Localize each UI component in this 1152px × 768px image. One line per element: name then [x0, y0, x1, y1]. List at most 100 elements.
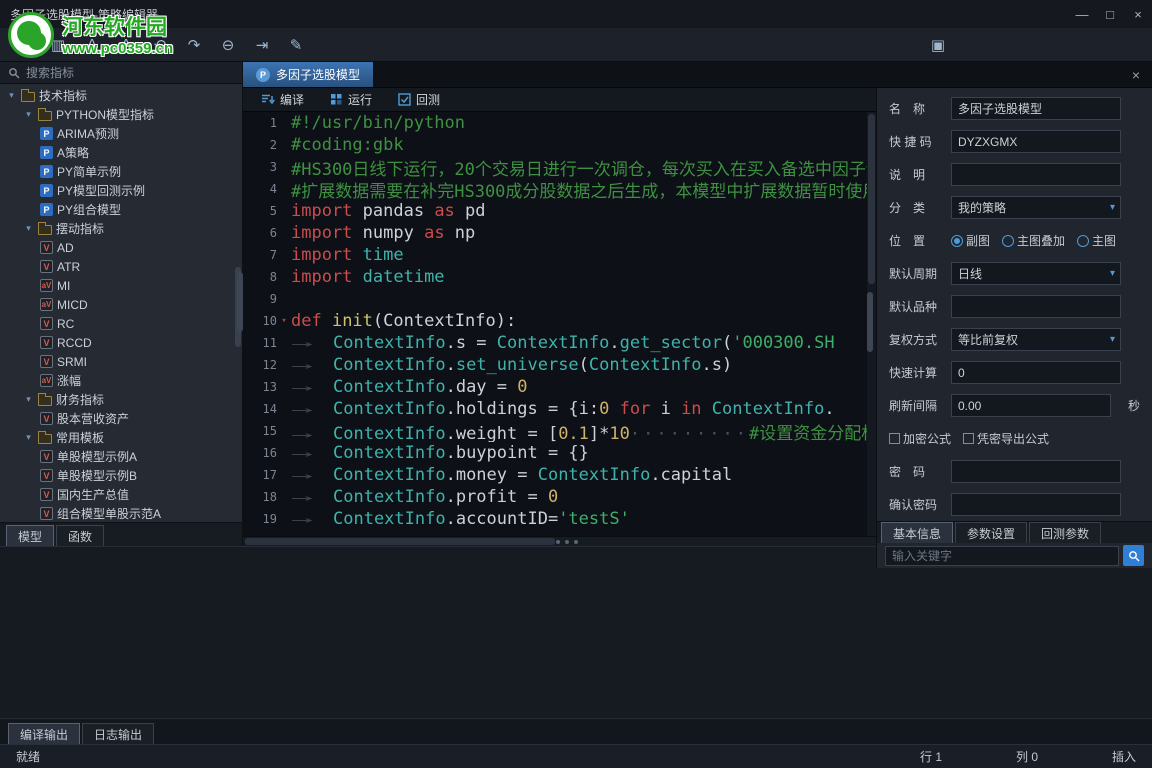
checkbox-option[interactable]: 加密公式 — [889, 430, 951, 447]
export-icon[interactable]: ⇥ — [252, 36, 272, 54]
tab-param-settings[interactable]: 参数设置 — [955, 522, 1027, 543]
category-select[interactable]: 我的策略▾ — [951, 196, 1121, 219]
tree-item[interactable]: ▾ PYTHON模型指标 — [0, 105, 242, 124]
tree-item[interactable]: V单股模型示例B — [0, 466, 242, 485]
tree-item[interactable]: ▾技术指标 — [0, 86, 242, 105]
checkbox-label: 凭密导出公式 — [977, 430, 1049, 447]
tree-item[interactable]: ▾摆动指标 — [0, 219, 242, 238]
tree-item[interactable]: VAD — [0, 238, 242, 257]
expander-icon[interactable]: ▾ — [23, 223, 34, 234]
tab-log-output[interactable]: 日志输出 — [82, 723, 154, 744]
tree-item[interactable]: PPY组合模型 — [0, 200, 242, 219]
tab-function[interactable]: 函数 — [56, 525, 104, 546]
code-token: def — [291, 311, 322, 331]
tab-model[interactable]: 模型 — [6, 525, 54, 546]
expander-icon[interactable]: ▾ — [23, 109, 34, 120]
expander-icon[interactable]: ▾ — [23, 394, 34, 405]
refresh-interval-field[interactable]: 0.00 — [951, 394, 1111, 417]
compile-button[interactable]: 编译 — [261, 91, 304, 108]
tree-item[interactable]: PARIMA预测 — [0, 124, 242, 143]
radio-label: 主图 — [1092, 232, 1116, 249]
tree-item[interactable]: V国内生产总值 — [0, 485, 242, 504]
tree-item[interactable]: ▾财务指标 — [0, 390, 242, 409]
tree-item[interactable]: VRC — [0, 314, 242, 333]
chevron-down-icon: ▾ — [1110, 268, 1115, 279]
tab-compile-output[interactable]: 编译输出 — [8, 723, 80, 744]
field-label: 默认品种 — [889, 298, 951, 315]
editor-hscrollbar[interactable] — [243, 536, 876, 546]
splitter-grip[interactable] — [565, 540, 569, 544]
field-suffix: 秒 — [1128, 397, 1140, 414]
code-line: 7import time — [243, 244, 876, 266]
watermark-logo-icon — [8, 12, 54, 58]
code-token — [702, 399, 712, 419]
backtest-button[interactable]: 回测 — [398, 91, 440, 108]
edit-icon[interactable]: ✎ — [286, 36, 306, 54]
form-row: 加密公式 凭密导出公式 — [877, 422, 1152, 455]
checkbox-option[interactable]: 凭密导出公式 — [963, 430, 1049, 447]
tree-item[interactable]: V股本营收资产 — [0, 409, 242, 428]
tree-item[interactable]: PPY模型回测示例 — [0, 181, 242, 200]
quick-calc-field[interactable]: 0 — [951, 361, 1121, 384]
expander-icon[interactable]: ▾ — [23, 432, 34, 443]
folder-icon — [21, 92, 35, 102]
tree-item[interactable]: PA策略 — [0, 143, 242, 162]
tree-item[interactable]: V单股模型示例A — [0, 447, 242, 466]
code-line: 16→ContextInfo.buypoint = {} — [243, 442, 876, 464]
radio-option[interactable]: 主图叠加 — [1002, 232, 1065, 249]
tab-backtest-params[interactable]: 回测参数 — [1029, 522, 1101, 543]
line-number: 13 — [243, 380, 277, 394]
editor-splitter-handle[interactable] — [867, 292, 873, 352]
code-token: import — [291, 267, 352, 287]
zoom-out-icon[interactable]: ⊖ — [218, 36, 238, 54]
tree-item[interactable]: VSRMI — [0, 352, 242, 371]
vscroll-handle[interactable] — [868, 114, 875, 284]
tree-item[interactable]: VRCCD — [0, 333, 242, 352]
tab-arrow-icon: → — [291, 513, 409, 528]
name-field[interactable]: 多因子选股模型 — [951, 97, 1121, 120]
code-token: numpy — [352, 223, 424, 243]
default-symbol-field[interactable] — [951, 295, 1121, 318]
radio-option[interactable]: 主图 — [1077, 232, 1116, 249]
search-button[interactable] — [1123, 545, 1144, 566]
confirm-password-field[interactable] — [951, 493, 1121, 516]
default-period-select[interactable]: 日线▾ — [951, 262, 1121, 285]
tree-item-label: 单股模型示例A — [57, 448, 137, 465]
hscroll-handle[interactable] — [245, 538, 555, 545]
expander-icon[interactable]: ▾ — [6, 90, 17, 101]
tree-item[interactable]: VATR — [0, 257, 242, 276]
indicator-search-input[interactable]: 搜索指标 — [0, 62, 242, 84]
code-editor[interactable]: 1#!/usr/bin/python2#coding:gbk3#HS300日线下… — [243, 112, 876, 536]
code-token: for — [620, 399, 651, 419]
radio-option[interactable]: 副图 — [951, 232, 990, 249]
form-row: 名 称多因子选股模型 — [877, 92, 1152, 125]
tab-basic-info[interactable]: 基本信息 — [881, 522, 953, 543]
code-text: →ContextInfo.weight = [0.1]*10·········#… — [291, 420, 876, 442]
password-field[interactable] — [951, 460, 1121, 483]
description-field[interactable] — [951, 163, 1121, 186]
maximize-button[interactable]: □ — [1096, 0, 1124, 28]
tree-item-label: PYTHON模型指标 — [56, 106, 154, 123]
tree-item[interactable]: V组合模型单股示范A — [0, 504, 242, 522]
redo-icon[interactable]: ↷ — [184, 36, 204, 54]
tree-item[interactable]: aVMI — [0, 276, 242, 295]
minimize-button[interactable]: — — [1068, 0, 1096, 28]
tree-item[interactable]: ▾常用模板 — [0, 428, 242, 447]
app-window: 多因子选股模型-策略编辑器 — □ × ▤▥AA↶↷⊖⇥✎ ▣ 河东软件园 ww… — [0, 0, 1152, 768]
adjust-method-select[interactable]: 等比前复权▾ — [951, 328, 1121, 351]
sidebar-splitter-handle[interactable] — [237, 272, 243, 332]
clipboard-icon[interactable]: ▣ — [928, 36, 948, 54]
tree-item[interactable]: aV涨幅 — [0, 371, 242, 390]
sidebar: 搜索指标 ▾技术指标▾PYTHON模型指标PARIMA预测PA策略PPY简单示例… — [0, 62, 243, 546]
tree-item[interactable]: aVMICD — [0, 295, 242, 314]
code-line: 12→ContextInfo.set_universe(ContextInfo.… — [243, 354, 876, 376]
close-button[interactable]: × — [1124, 0, 1152, 28]
tree-item[interactable]: PPY简单示例 — [0, 162, 242, 181]
keyword-search-placeholder: 输入关键字 — [892, 547, 952, 564]
run-button[interactable]: 运行 — [330, 91, 372, 108]
close-icon[interactable]: × — [1132, 67, 1152, 83]
keyword-search-input[interactable]: 输入关键字 — [885, 546, 1119, 566]
form-row: 密 码 — [877, 455, 1152, 488]
editor-tab[interactable]: P 多因子选股模型 — [243, 62, 373, 87]
shortcut-code-field[interactable]: DYZXGMX — [951, 130, 1121, 153]
